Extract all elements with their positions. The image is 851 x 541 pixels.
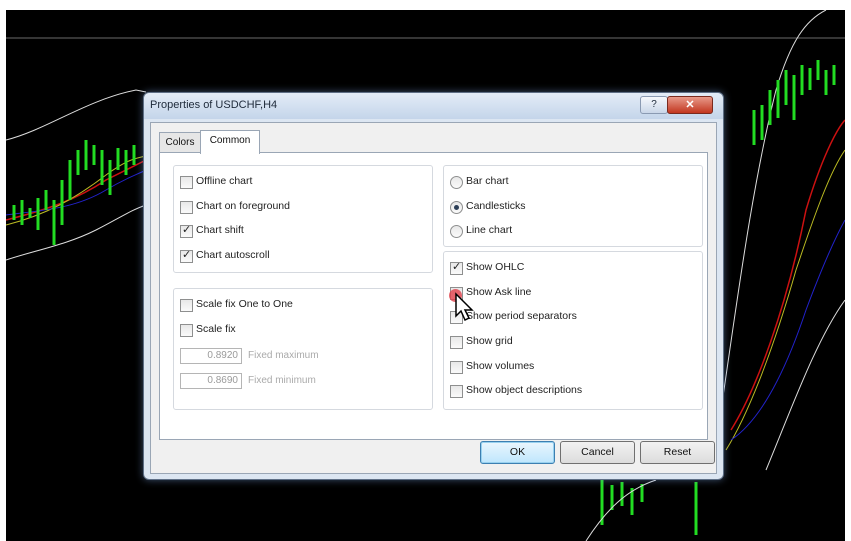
help-button[interactable]: ? [640,96,668,114]
bollinger-lower-left [6,204,147,261]
checkbox-label: Show period separators [466,310,577,322]
fixed-minimum-label: Fixed minimum [248,375,316,386]
fixed-minimum-input[interactable]: 0.8690 [180,373,242,389]
candles-bottom [600,480,698,535]
close-button[interactable]: ✕ [667,96,713,114]
checkbox-box[interactable] [450,361,463,374]
checkbox-box[interactable] [180,176,193,189]
checkbox-label: Show OHLC [466,261,525,273]
fixed-maximum-label: Fixed maximum [248,350,319,361]
checkbox-box[interactable] [180,324,193,337]
chart-type-group: Bar chart Candlesticks Line chart [443,165,703,247]
checkbox-box[interactable] [180,201,193,214]
checkbox-label: Chart shift [196,224,244,236]
dialog-client-area: Colors Common Offline chart Chart on for… [150,122,717,474]
checkbox-label: Offline chart [196,175,253,187]
radio-circle[interactable] [450,225,463,238]
dialog-title: Properties of USDCHF,H4 [150,99,278,111]
checkbox-box[interactable] [450,336,463,349]
checkbox-label: Chart on foreground [196,200,290,212]
fixed-maximum-input[interactable]: 0.8920 [180,348,242,364]
checkbox-label: Scale fix [196,323,236,335]
dialog-titlebar[interactable]: Properties of USDCHF,H4 ? ✕ [144,93,723,119]
show-options-group: ✓ Show OHLC Show Ask line Show period se… [443,251,703,410]
checkbox-label: Chart autoscroll [196,249,270,261]
scale-options-group: Scale fix One to One Scale fix 0.8920 Fi… [173,288,433,410]
mouse-pointer-icon [455,292,474,322]
cancel-button[interactable]: Cancel [560,441,635,464]
check-mark-icon: ✓ [182,249,192,261]
candles-left [12,140,136,245]
radio-label: Line chart [466,224,513,236]
ok-button[interactable]: OK [480,441,555,464]
checkbox-label: Show volumes [466,360,535,372]
chart-options-group: Offline chart Chart on foreground ✓ Char… [173,165,433,273]
checkbox-box[interactable]: ✓ [180,224,193,238]
ma-blue-left [6,169,147,216]
ma-yellow-right [725,149,845,451]
tab-colors[interactable]: Colors [159,132,201,153]
ma-red-right [730,119,845,431]
checkbox-label: Scale fix One to One [196,298,293,310]
check-mark-icon: ✓ [182,224,192,236]
checkbox-label: Show grid [466,335,513,347]
properties-dialog: Properties of USDCHF,H4 ? ✕ Colors Commo… [143,92,724,480]
radio-circle[interactable] [450,201,463,214]
checkbox-box[interactable] [180,299,193,312]
bollinger-lower-right [765,299,845,471]
radio-selected-dot [454,205,459,210]
reset-button[interactable]: Reset [640,441,715,464]
tab-panel-common: Offline chart Chart on foreground ✓ Char… [159,152,708,440]
radio-circle[interactable] [450,176,463,189]
checkbox-box[interactable] [450,385,463,398]
check-mark-icon: ✓ [452,261,462,273]
checkbox-box[interactable]: ✓ [450,261,463,275]
tab-common[interactable]: Common [200,130,260,154]
radio-label: Candlesticks [466,200,526,212]
radio-label: Bar chart [466,175,509,187]
checkbox-label: Show object descriptions [466,384,583,396]
bollinger-upper-left [6,89,147,141]
checkbox-box[interactable]: ✓ [180,249,193,263]
